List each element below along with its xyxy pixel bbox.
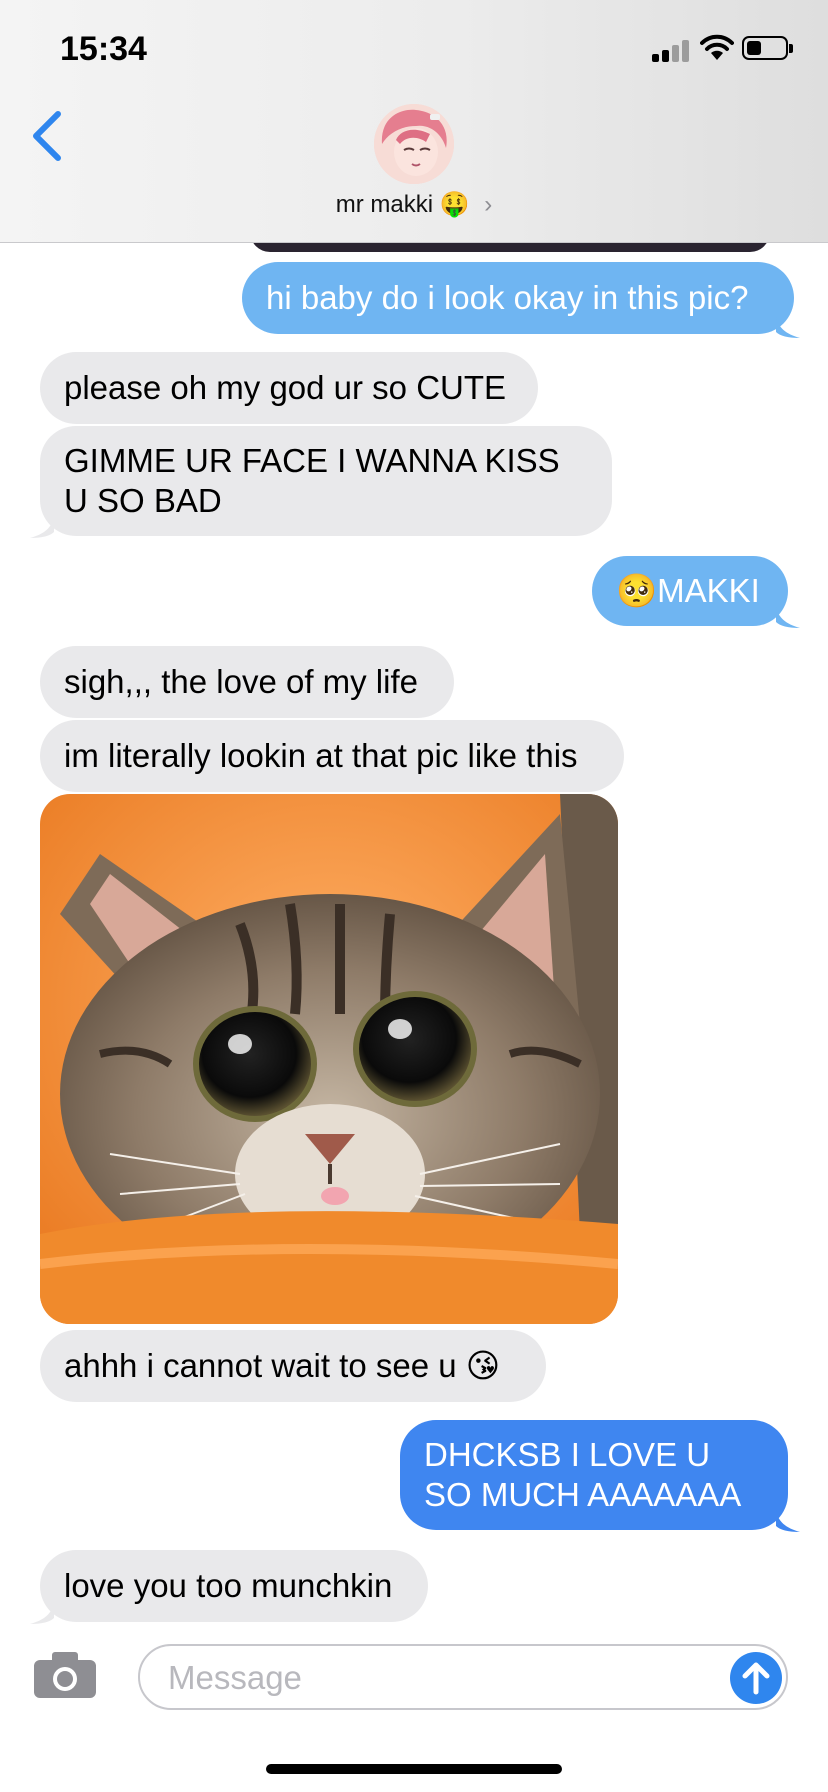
kitten-photo (40, 794, 618, 1324)
message-bubble-received[interactable]: GIMME UR FACE I WANNA KISS U SO BAD (40, 426, 612, 536)
message-bubble-sent[interactable]: DHCKSB I LOVE U SO MUCH AAAAAAA (400, 1420, 788, 1530)
bubble-tail (776, 316, 800, 338)
message-text: love you too munchkin (64, 1567, 393, 1604)
message-bubble-sent[interactable]: 🥺MAKKI (592, 556, 788, 626)
message-text: ahhh i cannot wait to see u 😘 (64, 1347, 501, 1384)
home-indicator[interactable] (266, 1764, 562, 1774)
contact-avatar[interactable] (374, 104, 454, 184)
message-bubble-received[interactable]: love you too munchkin (40, 1550, 428, 1622)
message-text: 🥺MAKKI (616, 572, 760, 609)
message-text: hi baby do i look okay in this pic? (266, 279, 749, 316)
signal-icon (652, 38, 694, 62)
avatar-illustration (374, 104, 454, 184)
message-bubble-received[interactable]: ahhh i cannot wait to see u 😘 (40, 1330, 546, 1402)
back-chevron-icon[interactable] (30, 110, 64, 162)
message-input-field[interactable] (138, 1644, 788, 1710)
bubble-tail (776, 1510, 800, 1532)
bubble-tail (30, 1602, 54, 1624)
bubble-tail (30, 516, 54, 538)
message-bubble-received[interactable]: im literally lookin at that pic like thi… (40, 720, 624, 792)
contact-name[interactable]: mr makki 🤑 › (300, 190, 528, 219)
conversation-header: 15:34 mr makki 🤑 › (0, 0, 828, 243)
message-input[interactable] (166, 1646, 710, 1710)
chevron-right-icon: › (484, 191, 493, 218)
message-bubble-received[interactable]: sigh,,, the love of my life (40, 646, 454, 718)
message-text: DHCKSB I LOVE U SO MUCH AAAAAAA (424, 1436, 742, 1513)
send-button[interactable] (730, 1652, 782, 1704)
message-bubble-received[interactable]: please oh my god ur so CUTE (40, 352, 538, 424)
status-time: 15:34 (60, 30, 147, 68)
message-text: im literally lookin at that pic like thi… (64, 737, 578, 774)
battery-icon (742, 36, 793, 60)
contact-name-text: mr makki (335, 191, 434, 218)
bubble-tail (776, 606, 800, 628)
message-text: GIMME UR FACE I WANNA KISS U SO BAD (64, 442, 560, 519)
send-arrow-icon (742, 1662, 770, 1695)
message-text: sigh,,, the love of my life (64, 663, 418, 700)
wifi-icon (700, 34, 734, 60)
camera-icon[interactable] (34, 1652, 96, 1698)
money-face-emoji: 🤑 (439, 191, 470, 218)
kitten-photo-message[interactable] (40, 794, 618, 1324)
message-text: please oh my god ur so CUTE (64, 369, 507, 406)
message-bubble-sent[interactable]: hi baby do i look okay in this pic? (242, 262, 794, 334)
